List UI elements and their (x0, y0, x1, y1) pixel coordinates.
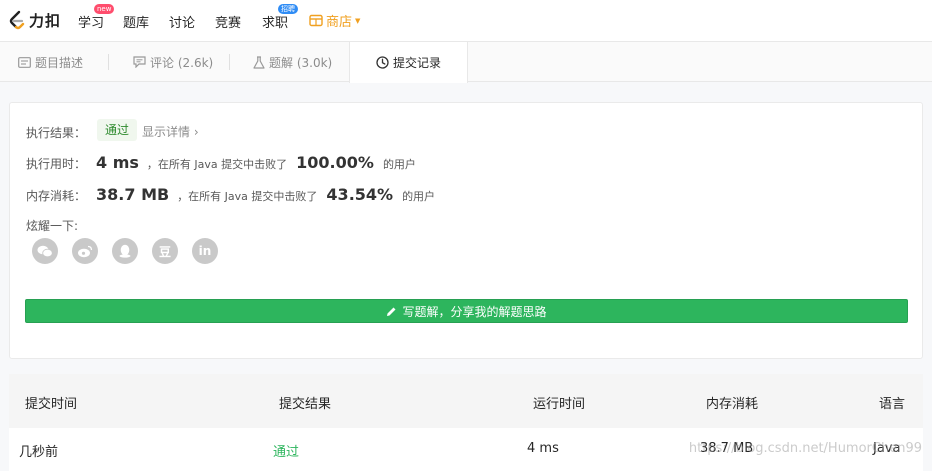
problem-tabs: 题目描述 评论 (2.6k) 题解 (3.0k) 提交记录 (0, 42, 932, 83)
runtime-label: 执行用时： (26, 157, 87, 171)
leetcode-logo-icon (9, 10, 25, 30)
runtime-row: 执行用时： 4 ms ，在所有 Java 提交中击败了 100.00% 的用户 (26, 153, 416, 172)
share-label: 炫耀一下: (26, 219, 79, 233)
tab-comments[interactable]: 评论 (2.6k) (133, 42, 213, 82)
memory-percentile: 43.54% (326, 185, 394, 204)
weibo-glyph (78, 245, 93, 257)
flask-icon (253, 55, 265, 69)
douban-icon[interactable]: 豆 (152, 238, 178, 264)
store-icon (309, 14, 323, 27)
nav-item-discuss[interactable]: 讨论 (169, 12, 195, 31)
header-runtime: 运行时间 (533, 397, 586, 412)
nav-item-learn[interactable]: 学习 (78, 12, 104, 31)
header-submit-result: 提交结果 (279, 397, 332, 412)
status-badge: 通过 (97, 119, 138, 141)
tab-label: 题解 (3.0k) (269, 55, 333, 70)
tab-divider (108, 54, 109, 70)
header-language: 语言 (879, 397, 906, 412)
caret-down-icon: ▼ (355, 16, 361, 25)
tab-submissions[interactable]: 提交记录 (349, 42, 469, 83)
runtime-beat-text: ，在所有 Java 提交中击败了 (146, 158, 288, 171)
nav-item-problems[interactable]: 题库 (123, 12, 149, 31)
runtime-percentile: 100.00% (296, 153, 374, 172)
cell-submit-time: 几秒前 (19, 445, 59, 460)
memory-value: 38.7 MB (96, 185, 170, 204)
runtime-value: 4 ms (96, 153, 139, 172)
header-memory: 内存消耗 (706, 397, 759, 412)
header-submit-time: 提交时间 (25, 397, 78, 412)
wechat-glyph (37, 245, 53, 257)
write-solution-button[interactable]: 写题解，分享我的解题思路 (25, 299, 908, 323)
pencil-icon (387, 307, 396, 316)
memory-label: 内存消耗： (26, 189, 87, 203)
comment-icon (133, 56, 146, 68)
hiring-badge: 招聘 (278, 4, 298, 14)
watermark-text: https://blog.csdn.net/HumorChen99 (688, 441, 922, 456)
top-navbar: 力扣 学习 new 题库 讨论 竞赛 求职 招聘 商店 ▼ (0, 0, 932, 42)
qq-glyph (119, 244, 131, 258)
show-details-link[interactable]: 显示详情 › (142, 123, 199, 140)
share-buttons: 豆 in (32, 238, 232, 264)
tab-label: 评论 (2.6k) (150, 55, 214, 70)
cell-submit-result[interactable]: 通过 (273, 441, 299, 460)
nav-item-contest[interactable]: 竞赛 (215, 12, 241, 31)
weibo-icon[interactable] (72, 238, 98, 264)
clock-icon (376, 56, 389, 69)
write-solution-label: 写题解，分享我的解题思路 (402, 304, 547, 319)
memory-row: 内存消耗： 38.7 MB ，在所有 Java 提交中击败了 43.54% 的用… (26, 185, 435, 204)
qq-icon[interactable] (112, 238, 138, 264)
submissions-table: 提交时间 提交结果 运行时间 内存消耗 语言 几秒前 通过 4 ms 38.7 … (9, 374, 923, 471)
nav-item-jobs[interactable]: 求职 (262, 12, 288, 31)
nav-item-shop[interactable]: 商店 ▼ (309, 11, 360, 30)
submission-result-card: 执行结果： 通过 显示详情 › 执行用时： 4 ms ，在所有 Java 提交中… (9, 102, 923, 359)
tab-description[interactable]: 题目描述 (18, 42, 83, 82)
tab-divider (229, 54, 230, 70)
status-label: 执行结果： (26, 126, 87, 140)
wechat-icon[interactable] (32, 238, 58, 264)
tab-solutions[interactable]: 题解 (3.0k) (253, 42, 332, 82)
logo[interactable]: 力扣 (8, 9, 61, 31)
table-header: 提交时间 提交结果 运行时间 内存消耗 语言 (9, 374, 923, 428)
tab-label: 提交记录 (393, 56, 442, 70)
tab-label: 题目描述 (35, 55, 84, 70)
cell-runtime: 4 ms (527, 441, 559, 456)
memory-suffix: 的用户 (402, 190, 436, 203)
runtime-suffix: 的用户 (382, 158, 416, 171)
memory-beat-text: ，在所有 Java 提交中击败了 (177, 190, 318, 203)
new-badge: new (94, 4, 115, 14)
logo-text: 力扣 (29, 11, 62, 30)
linkedin-icon[interactable]: in (192, 238, 218, 264)
shop-label: 商店 (326, 15, 353, 30)
description-icon (18, 56, 31, 68)
